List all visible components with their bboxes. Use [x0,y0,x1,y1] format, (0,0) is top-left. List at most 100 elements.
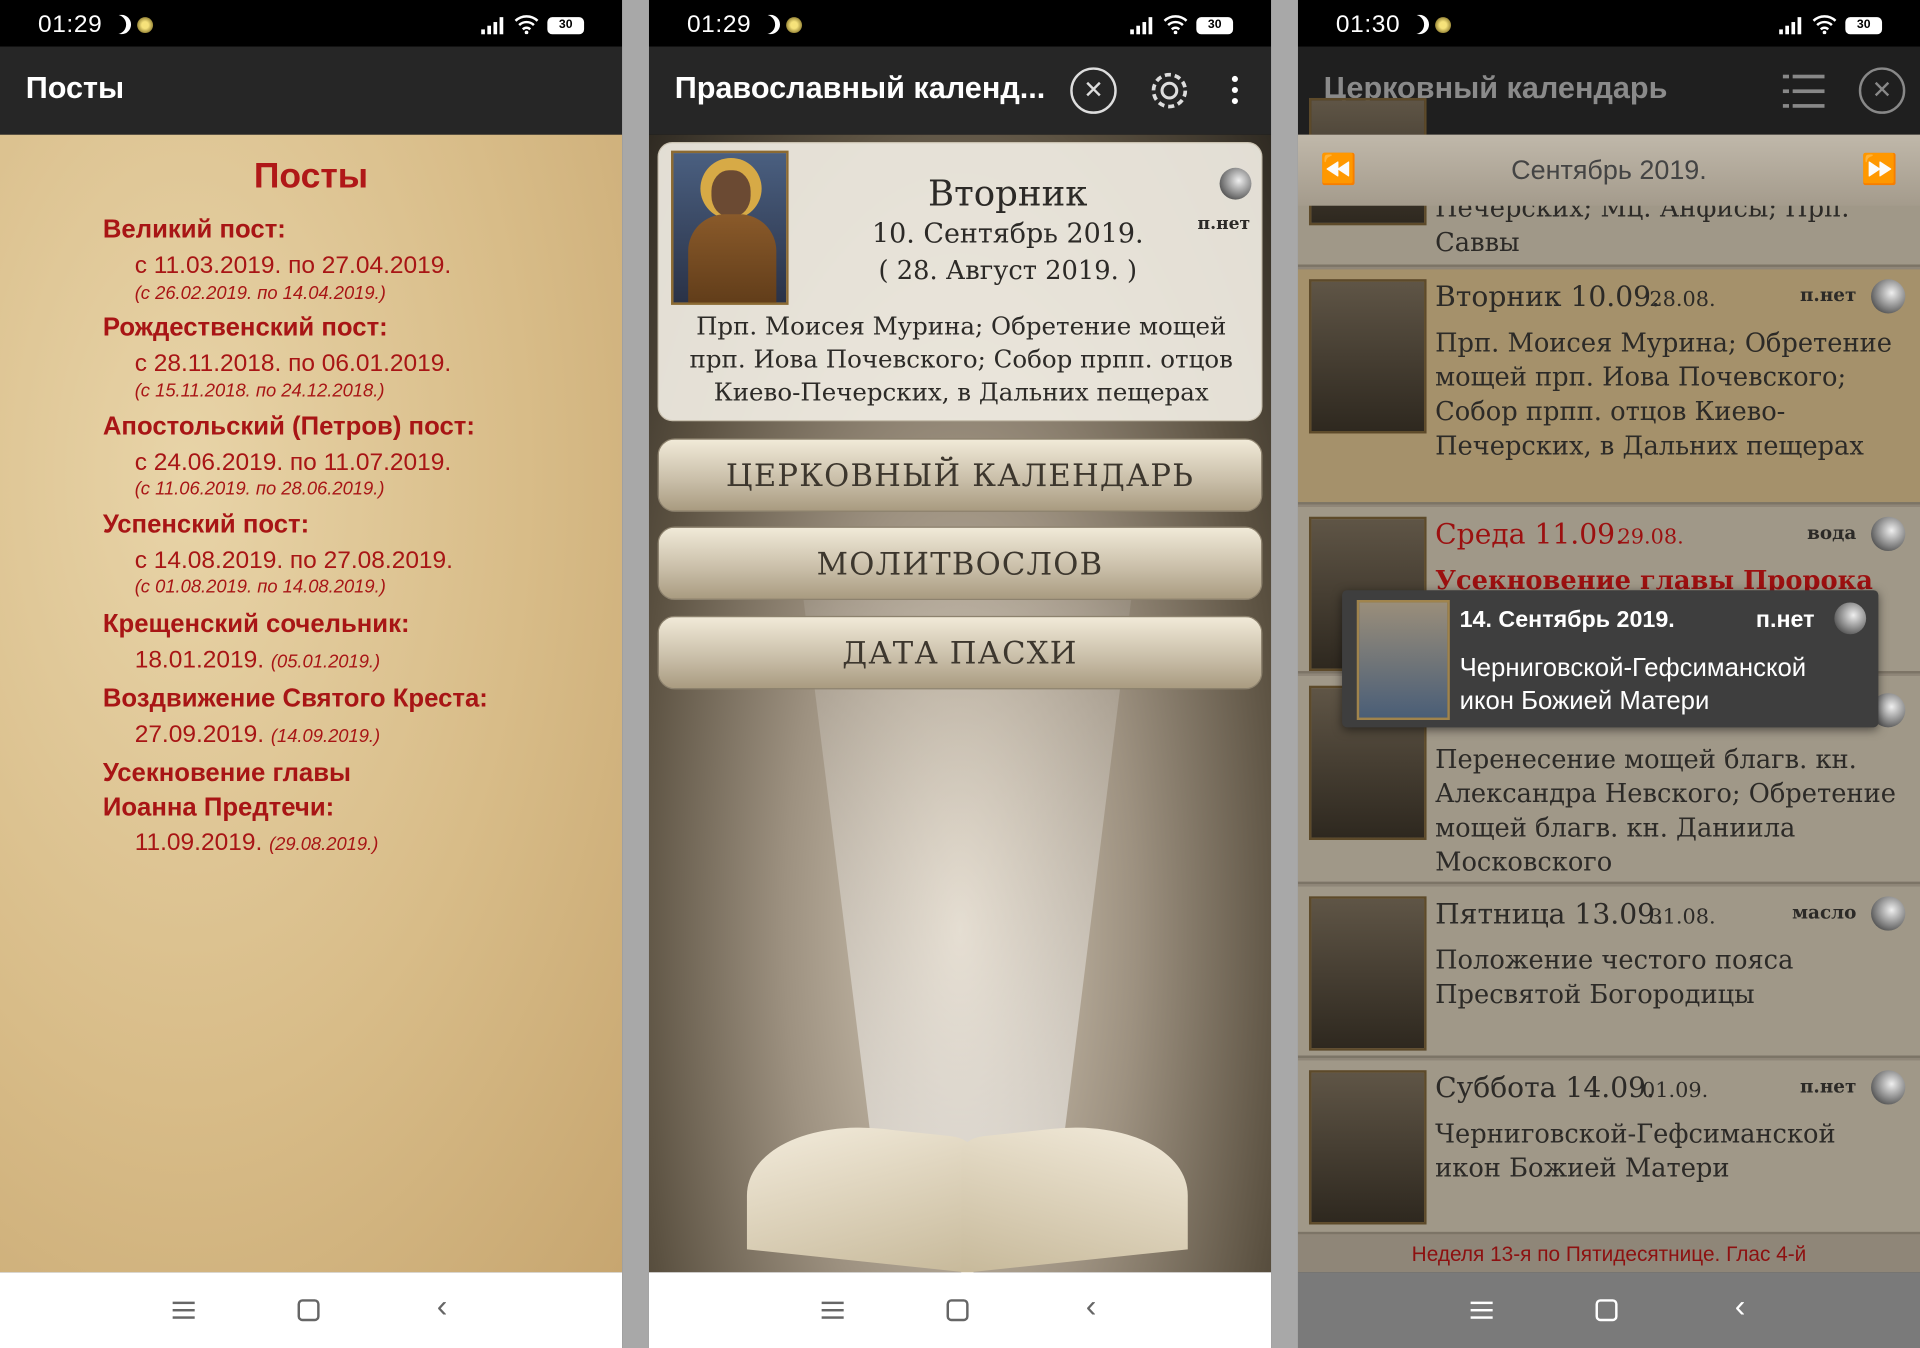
moon-phase-icon [1871,516,1906,552]
fast-dates: с 24.06.2019. по 11.07.2019. [134,449,452,477]
popup-date: 14. Сентябрь 2019. [1459,607,1675,634]
back-button[interactable]: ‹ [1078,1289,1105,1321]
battery-icon: 30 [1196,17,1234,35]
easter-date-button[interactable]: ДАТА ПАСХИ [657,615,1263,690]
gear-icon[interactable] [1146,67,1193,114]
home-button[interactable] [1595,1299,1618,1322]
feast-date-new: 11.09.2019. [134,828,263,856]
phone-screen-main: 01:29 30 Православный календ... ✕ Вторни… [648,0,1272,1348]
notification-icon [786,17,803,34]
main-background: Вторник 10. Сентябрь 2019. ( 28. Август … [648,134,1272,1274]
recents-button[interactable] [170,1297,197,1324]
row-old-date: 01.09. [1642,1078,1709,1104]
feast-date-old: (14.09.2019.) [270,726,381,747]
back-button[interactable]: ‹ [1727,1289,1754,1321]
list-item[interactable]: Суббота 14.09. 01.09. п.нет Черниговской… [1297,1060,1920,1235]
status-bar: 01:29 30 [648,0,1272,47]
previous-month-icon[interactable]: ⏪ [1320,135,1357,206]
today-date: 10. Сентябрь 2019. [871,219,1144,250]
row-day: Пятница 13.09. [1435,898,1664,931]
fast-old-dates: (с 15.11.2018. по 24.12.2018.) [134,380,385,402]
signal-icon [1130,17,1153,35]
battery-icon: 30 [547,17,585,35]
feast-name: Воздвижение Святого Креста: [102,684,488,713]
row-old-date: 28.08. [1649,287,1716,313]
fast-status: п.нет [1197,214,1251,234]
list-item-selected[interactable]: Вторник 10.09. 28.08. п.нет Прп. Моисея … [1297,269,1920,505]
status-time: 01:30 [1335,11,1401,38]
fast-dates: с 28.11.2018. по 06.01.2019. [134,350,452,378]
app-bar-title: Православный календ... [674,71,1046,106]
church-calendar-button[interactable]: ЦЕРКОВНЫЙ КАЛЕНДАРЬ [657,438,1263,512]
feast-date: 11.09.2019. (29.08.2019.) [135,829,379,857]
fast-old-dates: (с 01.08.2019. по 14.08.2019.) [134,576,386,598]
popup-fast: п.нет [1755,607,1815,634]
fasts-content: Посты Великий пост: с 11.03.2019. по 27.… [0,134,623,1273]
app-bar-title: Посты [25,71,125,106]
row-old-date: 31.08. [1649,904,1716,930]
feast-name: Иоанна Предтечи: [102,793,335,822]
day-popup[interactable]: 14. Сентябрь 2019. п.нет Черниговской-Ге… [1342,590,1879,728]
status-time: 01:29 [37,11,103,38]
feast-date-new: 27.09.2019. [134,721,265,749]
do-not-disturb-icon [1409,15,1429,35]
notification-icon [1435,17,1452,34]
system-nav-bar: ‹ [0,1272,623,1348]
feast-date: 18.01.2019. (05.01.2019.) [135,647,380,675]
wifi-icon [514,15,539,35]
saints-text: Черниговской-Гефсиманской икон Божией Ма… [1435,1119,1836,1183]
app-bar: Посты [0,46,623,135]
notification-icon [137,17,154,34]
list-icon[interactable] [1780,69,1827,116]
overflow-menu-icon[interactable] [1231,75,1239,109]
day-name: Вторник [928,172,1088,215]
fasting-icon[interactable]: ✕ [1070,67,1117,114]
fasting-icon[interactable]: ✕ [1858,67,1906,114]
row-fast: масло [1792,901,1857,924]
saint-icon-image [1308,279,1427,434]
do-not-disturb-icon [760,15,780,35]
feast-date-old: (29.08.2019.) [269,833,379,855]
fast-name: Апостольский (Петров) пост: [102,412,475,441]
open-book-image [746,1102,1188,1274]
fast-dates: с 11.03.2019. по 27.04.2019. [134,252,452,280]
feast-date-new: 18.01.2019. [134,646,265,674]
saints-text: Прп. Моисея Мурина; Обретение мощей прп.… [1435,328,1893,461]
old-style-date: ( 28. Август 2019. ) [878,255,1137,286]
fast-name: Успенский пост: [102,510,310,539]
row-old-date: 29.08. [1617,525,1684,550]
wifi-icon [1812,15,1837,35]
saints-text: Перенесение мощей благв. кн. Александра … [1435,744,1896,877]
back-button[interactable]: ‹ [429,1289,456,1321]
signal-icon [481,17,504,35]
list-item[interactable]: Пятница 13.09. 31.08. масло Положение че… [1297,886,1920,1058]
row-day: Суббота 14.09. [1435,1072,1656,1105]
saints-of-day: Прп. Моисея Мурина; Обретение мощей прп.… [689,311,1233,407]
moon-phase-icon [1871,279,1906,314]
fast-name: Великий пост: [102,215,286,244]
recents-button[interactable] [1468,1297,1495,1324]
fast-old-dates: (с 11.06.2019. по 28.06.2019.) [134,478,385,500]
status-bar: 01:29 30 [0,0,623,47]
moon-phase-icon [1871,1070,1906,1105]
status-bar: 01:30 30 [1297,0,1920,47]
system-nav-bar: ‹ [1297,1272,1920,1348]
prayer-book-button[interactable]: МОЛИТВОСЛОВ [657,526,1263,601]
feast-name: Крещенский сочельник: [102,609,410,638]
week-label: Неделя 13-я по Пятидесятнице. Глас 4-й [1297,1236,1920,1273]
signal-icon [1779,17,1802,35]
home-button[interactable] [946,1299,969,1322]
row-fast: п.нет [1799,1075,1857,1098]
saints-text: Положение честого пояса Пресвятой Богоро… [1435,945,1794,1009]
wifi-icon [1163,15,1188,35]
today-card[interactable]: Вторник 10. Сентябрь 2019. ( 28. Август … [657,142,1263,422]
do-not-disturb-icon [111,15,131,35]
recents-button[interactable] [819,1297,846,1324]
phone-screen-calendar: 01:30 30 Церковный календарь ✕ Печерских… [1297,0,1920,1348]
saint-icon-image [671,150,789,305]
home-button[interactable] [297,1299,320,1322]
next-month-icon[interactable]: ⏩ [1861,135,1898,206]
month-navigator: ⏪ Сентябрь 2019. ⏩ [1297,134,1920,206]
fast-name: Рождественский пост: [102,313,388,342]
phone-screen-fasts: 01:29 30 Посты Посты Великий пост: с 11.… [0,0,623,1348]
